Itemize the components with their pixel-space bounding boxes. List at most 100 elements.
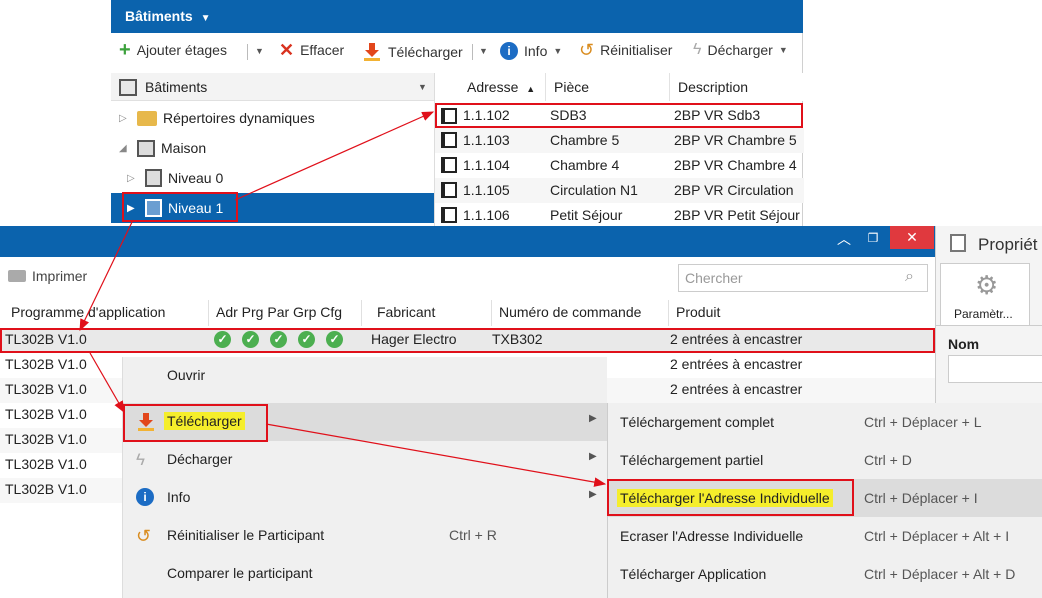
properties-icon xyxy=(950,234,966,252)
lightning-icon: ϟ xyxy=(693,41,702,58)
chevron-up-icon[interactable]: ︿ xyxy=(832,226,856,250)
submenu-item-label: Télécharger Application xyxy=(620,566,767,582)
menu-item-compare-participant[interactable]: Comparer le participant xyxy=(123,555,608,593)
download-label: Télécharger xyxy=(388,44,463,60)
column-header-flags[interactable]: Adr Prg Par Grp Cfg xyxy=(209,300,362,326)
column-header-product[interactable]: Produit xyxy=(669,300,935,326)
delete-button[interactable]: ✕ Effacer xyxy=(279,41,344,59)
unload-button[interactable]: ϟ Décharger ▼ xyxy=(693,41,788,59)
chevron-down-icon[interactable]: ▼ xyxy=(779,45,788,55)
submenu-item-shortcut: Ctrl + Déplacer + Alt + I xyxy=(864,528,1010,544)
chevron-down-icon[interactable]: ▼ xyxy=(255,46,264,56)
room-cell: Chambre 4 xyxy=(550,157,620,173)
column-header-label: Adresse xyxy=(467,79,519,95)
column-header-program[interactable]: Programme d'application xyxy=(4,300,209,326)
column-header-label: Description xyxy=(678,79,749,95)
reset-icon: ↺ xyxy=(579,40,595,60)
expand-triangle-icon[interactable]: ▷ xyxy=(127,173,139,184)
column-header-label: Adr Prg Par Grp Cfg xyxy=(216,304,343,320)
sort-up-icon: ▲ xyxy=(526,84,536,94)
tree-item-dynamic-folders[interactable]: ▷ Répertoires dynamiques xyxy=(111,103,434,133)
column-header-order-number[interactable]: Numéro de commande xyxy=(492,300,669,326)
lightning-icon: ϟ xyxy=(136,450,145,469)
column-header-address[interactable]: Adresse ▲ xyxy=(459,73,546,101)
window-title-bar[interactable]: ︿ ❐ ✕ xyxy=(0,226,935,257)
name-field[interactable] xyxy=(948,355,1042,383)
building-icon xyxy=(145,169,162,187)
column-header-label: Numéro de commande xyxy=(499,304,642,320)
menu-item-label: Comparer le participant xyxy=(167,565,313,581)
chevron-down-icon[interactable]: ▼ xyxy=(553,46,562,56)
address-cell: 1.1.103 xyxy=(463,132,510,148)
buildings-toolbar: + Ajouter étages ▼ ✕ Effacer Télécharger… xyxy=(111,36,803,66)
annotation-box-level-1 xyxy=(122,192,238,222)
description-cell: 2BP VR Petit Séjour xyxy=(674,207,800,223)
column-header-label: Produit xyxy=(676,304,721,320)
column-header-room[interactable]: Pièce xyxy=(546,73,670,101)
tree-item-label: Maison xyxy=(161,140,207,156)
download-button[interactable]: Télécharger xyxy=(362,42,463,62)
buildings-title: Bâtiments xyxy=(125,8,193,24)
add-floors-button[interactable]: + Ajouter étages xyxy=(119,39,227,61)
menu-item-open[interactable]: Ouvrir xyxy=(123,357,608,395)
menu-item-info[interactable]: i Info ▶ xyxy=(123,479,608,517)
address-cell: 1.1.106 xyxy=(463,207,510,223)
column-header-manufacturer[interactable]: Fabricant xyxy=(362,300,492,326)
restore-icon[interactable]: ❐ xyxy=(861,226,885,250)
add-floors-label: Ajouter étages xyxy=(136,42,227,58)
table-row[interactable]: 1.1.105 Circulation N1 2BP VR Circulatio… xyxy=(435,178,804,203)
tree-item-label: Niveau 0 xyxy=(168,170,224,186)
info-label: Info xyxy=(524,43,548,59)
submenu-item-shortcut: Ctrl + Déplacer + Alt + D xyxy=(864,566,1016,582)
program-cell: TL302B V1.0 xyxy=(5,431,87,447)
folder-icon xyxy=(137,110,157,126)
table-row[interactable]: 1.1.103 Chambre 5 2BP VR Chambre 5 xyxy=(435,128,804,153)
program-cell: TL302B V1.0 xyxy=(5,356,87,372)
submenu-item-partial-download[interactable]: Téléchargement partiel Ctrl + D xyxy=(608,441,1042,479)
info-button[interactable]: i Info ▼ xyxy=(500,42,562,60)
building-icon xyxy=(137,139,155,157)
chevron-down-icon[interactable]: ▼ xyxy=(418,82,427,92)
annotation-box-download-address xyxy=(607,479,854,516)
submenu-arrow-icon: ▶ xyxy=(589,489,597,500)
tab-parameters[interactable]: ⚙ Paramètr... xyxy=(940,263,1030,325)
print-button[interactable]: Imprimer xyxy=(8,268,87,284)
search-icon[interactable]: ⌕ xyxy=(905,268,914,286)
submenu-item-label: Téléchargement complet xyxy=(620,414,775,430)
info-icon: i xyxy=(500,42,518,60)
column-header-label: Pièce xyxy=(554,79,590,95)
annotation-box-device-row xyxy=(435,103,803,128)
product-cell: 2 entrées à encastrer xyxy=(670,381,803,397)
submenu-item-shortcut: Ctrl + Déplacer + L xyxy=(864,414,982,430)
plus-icon: + xyxy=(119,39,131,61)
menu-item-unload[interactable]: ϟ Décharger ▶ xyxy=(123,441,608,479)
tree-header-label: Bâtiments xyxy=(145,79,208,95)
reset-label: Réinitialiser xyxy=(600,42,673,58)
download-arrow-icon xyxy=(364,43,380,61)
menu-item-reset-participant[interactable]: ↺ Réinitialiser le Participant Ctrl + R xyxy=(123,517,608,555)
search-input[interactable]: Chercher ⌕ xyxy=(678,264,928,292)
reset-button[interactable]: ↺ Réinitialiser xyxy=(579,40,673,60)
reset-icon: ↺ xyxy=(136,526,152,546)
close-icon[interactable]: ✕ xyxy=(890,226,934,249)
submenu-arrow-icon: ▶ xyxy=(589,413,597,424)
device-icon xyxy=(441,157,457,173)
collapse-triangle-icon[interactable]: ◢ xyxy=(119,143,131,154)
table-row[interactable]: 1.1.104 Chambre 4 2BP VR Chambre 4 xyxy=(435,153,804,178)
device-icon xyxy=(441,182,457,198)
expand-triangle-icon[interactable]: ▷ xyxy=(119,113,131,124)
program-cell: TL302B V1.0 xyxy=(5,381,87,397)
column-header-label: Programme d'application xyxy=(11,304,166,320)
tree-item-house[interactable]: ◢ Maison xyxy=(111,133,434,163)
description-cell: 2BP VR Circulation xyxy=(674,182,794,198)
submenu-item-download-application[interactable]: Télécharger Application Ctrl + Déplacer … xyxy=(608,555,1042,593)
column-header-description[interactable]: Description xyxy=(670,73,804,101)
tree-item-level-0[interactable]: ▷ Niveau 0 xyxy=(111,163,434,193)
submenu-item-full-download[interactable]: Téléchargement complet Ctrl + Déplacer +… xyxy=(608,403,1042,441)
chevron-down-icon[interactable]: ▼ xyxy=(201,13,211,24)
buildings-title-bar[interactable]: Bâtiments ▼ xyxy=(111,0,803,33)
tree-header[interactable]: Bâtiments ▼ xyxy=(111,73,434,101)
table-row[interactable]: 1.1.106 Petit Séjour 2BP VR Petit Séjour xyxy=(435,203,804,228)
submenu-item-overwrite-individual-address[interactable]: Ecraser l'Adresse Individuelle Ctrl + Dé… xyxy=(608,517,1042,555)
chevron-down-icon[interactable]: ▼ xyxy=(479,46,488,56)
